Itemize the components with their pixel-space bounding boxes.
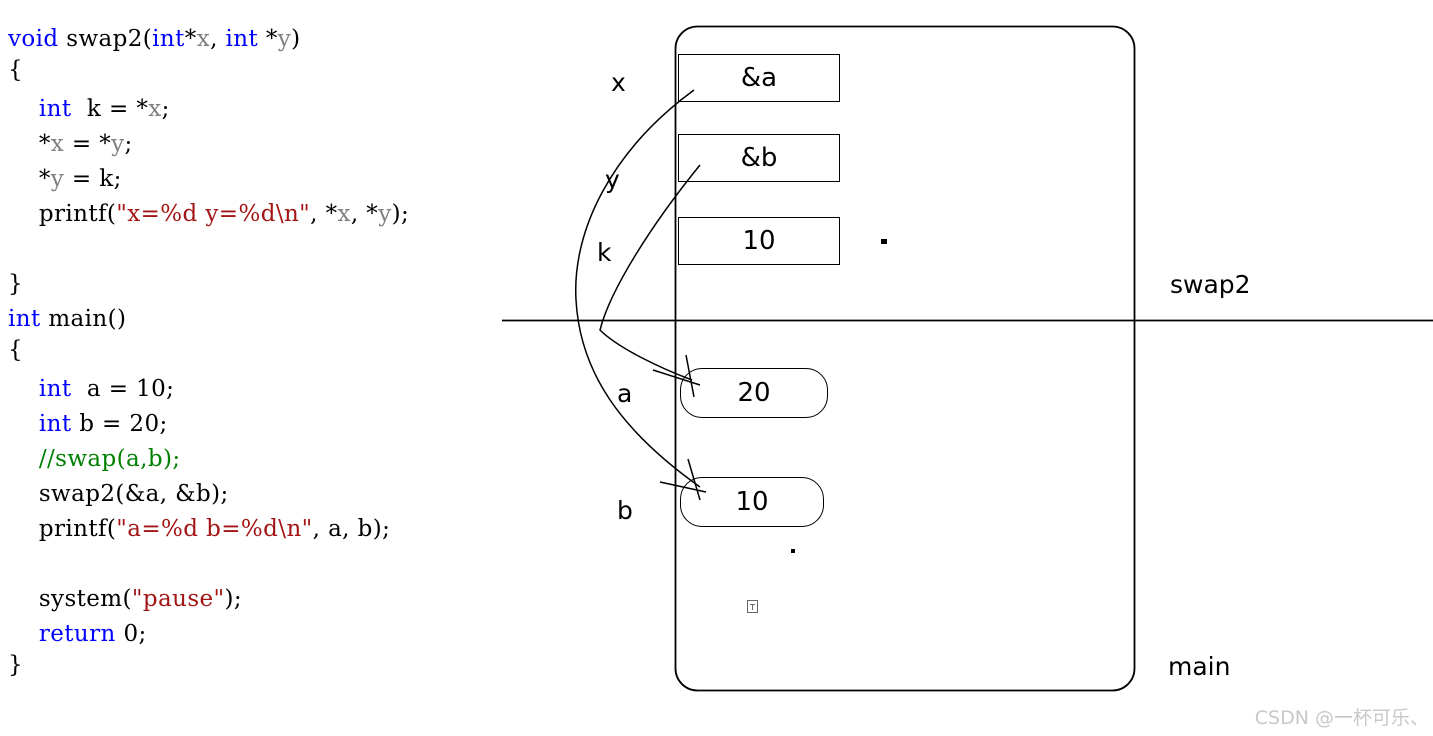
diagram-canvas: void swap2(int*x, int *y){ int k = *x; *… xyxy=(0,0,1433,736)
arrowhead-y-to-a xyxy=(652,354,701,398)
csdn-watermark: CSDN @一杯可乐、 xyxy=(1254,707,1429,729)
pointer-arrow-y-to-a xyxy=(599,164,701,381)
arrowhead-x-to-b xyxy=(659,458,707,501)
stack-diagram-vectors xyxy=(502,25,1433,692)
stack-frame-outline xyxy=(674,25,1136,692)
pointer-arrow-x-to-b xyxy=(575,89,701,488)
